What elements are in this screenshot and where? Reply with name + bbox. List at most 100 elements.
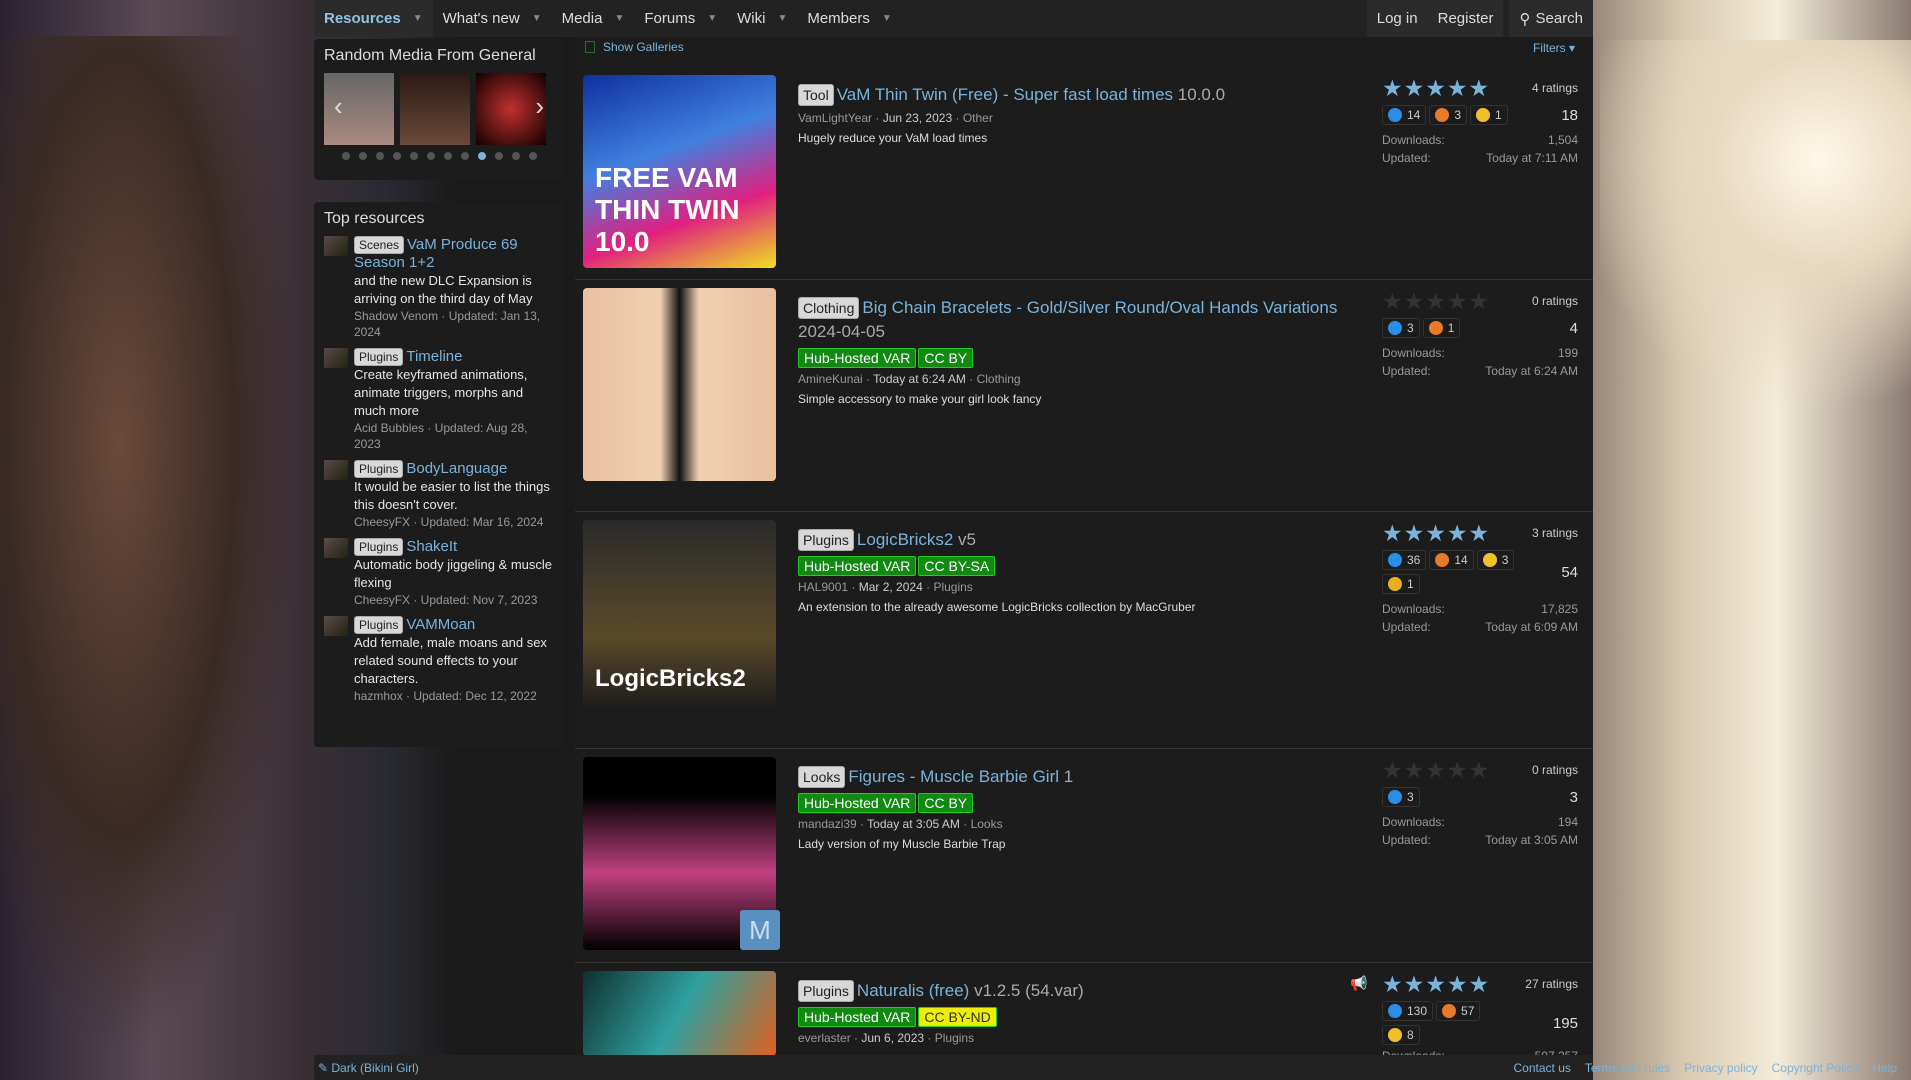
login-link[interactable]: Log in (1366, 0, 1428, 37)
carousel-dot[interactable] (494, 152, 503, 160)
reaction-love[interactable]: 14 (1429, 550, 1474, 570)
chevron-right-icon[interactable]: › (535, 91, 544, 122)
category-label[interactable]: Clothing (798, 297, 860, 319)
author-link[interactable]: AmineKunai (798, 372, 863, 386)
show-galleries-label: Show Galleries (603, 40, 684, 54)
carousel-dot[interactable] (375, 152, 384, 160)
reaction-love[interactable]: 3 (1429, 105, 1468, 125)
resource-title-link[interactable]: ShakeIt (406, 538, 457, 555)
reaction-count: 8 (1407, 1028, 1414, 1042)
resource-title-link[interactable]: Naturalis (free) (857, 981, 969, 1000)
reaction-lol[interactable]: 1 (1382, 574, 1420, 594)
resource-icon[interactable] (324, 460, 348, 480)
nav-tab-resources[interactable]: Resources ▼ (314, 0, 433, 37)
search-button[interactable]: ⚲ Search (1509, 0, 1593, 37)
resource-meta: HAL9001 · Mar 2, 2024 · Plugins (798, 580, 973, 594)
category-link[interactable]: Plugins (933, 580, 972, 594)
footer-link-help[interactable]: Help (1872, 1061, 1897, 1075)
chevron-down-icon[interactable]: ▼ (707, 13, 717, 24)
carousel-dot[interactable] (460, 152, 469, 160)
resource-icon[interactable] (324, 236, 348, 256)
carousel-dot[interactable] (409, 152, 418, 160)
chevron-down-icon[interactable]: ▼ (413, 13, 423, 24)
reaction-like[interactable]: 3 (1382, 787, 1420, 807)
reaction-love[interactable]: 1 (1422, 318, 1461, 338)
resource-title-link[interactable]: BodyLanguage (406, 460, 507, 477)
reaction-like[interactable]: 3 (1382, 318, 1420, 338)
resource-title-link[interactable]: Timeline (406, 348, 462, 365)
nav-tab-wiki[interactable]: Wiki ▼ (727, 0, 797, 37)
register-link[interactable]: Register (1427, 0, 1504, 37)
star-icon: ★ (1403, 288, 1426, 314)
resource-title-link[interactable]: LogicBricks2 (857, 530, 953, 549)
carousel-dot[interactable] (358, 152, 367, 160)
resource-meta: Acid Bubbles · Updated: Aug 28, 2023 (354, 421, 528, 451)
author-link[interactable]: everlaster (798, 1031, 851, 1045)
resource-icon[interactable] (324, 348, 348, 368)
resource-title-link[interactable]: VAMMoan (406, 616, 475, 633)
category-link[interactable]: Other (963, 111, 993, 125)
chevron-down-icon[interactable]: ▼ (882, 13, 892, 24)
footer-link-privacy-policy[interactable]: Privacy policy (1684, 1061, 1757, 1075)
star-icon: ★ (1382, 288, 1404, 314)
category-label[interactable]: Tool (798, 84, 834, 106)
chevron-down-icon[interactable]: ▼ (614, 13, 624, 24)
nav-tab-members[interactable]: Members ▼ (797, 0, 901, 37)
show-galleries-toggle[interactable]: Show Galleries (585, 40, 684, 54)
resource-thumbnail[interactable] (583, 971, 776, 1056)
carousel-dot[interactable] (477, 152, 486, 160)
resource-thumbnail[interactable] (583, 288, 776, 481)
reaction-total: 4 (1569, 319, 1578, 337)
category-label[interactable]: Looks (798, 766, 846, 788)
reaction-wow[interactable]: 3 (1476, 550, 1515, 570)
resource-title-link[interactable]: Figures - Muscle Barbie Girl (848, 767, 1059, 786)
author-link[interactable]: VamLightYear (798, 111, 872, 125)
reaction-like[interactable]: 130 (1382, 1001, 1434, 1021)
top-resource-text: Plugins ShakeIt Automatic body jiggeling &… (354, 538, 554, 608)
reaction-wow[interactable]: 1 (1470, 105, 1508, 125)
carousel-dot[interactable] (443, 152, 452, 160)
category-link[interactable]: Clothing (977, 372, 1021, 386)
resource-thumbnail[interactable]: LogicBricks2 (583, 520, 776, 713)
footer-link-terms-and-rules[interactable]: Terms and rules (1585, 1061, 1670, 1075)
resource-icon[interactable] (324, 538, 348, 558)
reaction-count: 14 (1454, 553, 1468, 567)
filters-button[interactable]: Filters ▾ (1533, 41, 1575, 55)
category-label[interactable]: Plugins (798, 529, 854, 551)
resource-thumbnail[interactable]: M (583, 757, 780, 950)
star-icon: ★ (1446, 75, 1469, 101)
author-avatar[interactable]: M (740, 910, 780, 950)
resource-title-link[interactable]: Big Chain Bracelets - Gold/Silver Round/… (862, 298, 1337, 317)
chevron-left-icon[interactable]: ‹ (334, 91, 343, 122)
chevron-down-icon[interactable]: ▼ (532, 13, 542, 24)
carousel-dot[interactable] (392, 152, 401, 160)
nav-tab-what-s-new[interactable]: What's new ▼ (433, 0, 552, 37)
reaction-like[interactable]: 36 (1382, 550, 1427, 570)
style-chooser-link[interactable]: ✎ Dark (Bikini Girl) (318, 1061, 419, 1075)
carousel-dot[interactable] (511, 152, 520, 160)
footer-link-copyright-policy[interactable]: Copyright Policy (1772, 1061, 1859, 1075)
author-link[interactable]: mandazi39 (798, 817, 857, 831)
reaction-love[interactable]: 57 (1436, 1001, 1481, 1021)
carousel-dot[interactable] (528, 152, 537, 160)
carousel-dot[interactable] (426, 152, 435, 160)
chevron-down-icon[interactable]: ▼ (777, 13, 787, 24)
footer-link-contact-us[interactable]: Contact us (1514, 1061, 1571, 1075)
reaction-wow[interactable]: 8 (1382, 1025, 1420, 1045)
resource-icon[interactable] (324, 616, 348, 636)
resource-title-link[interactable]: VaM Thin Twin (Free) - Super fast load t… (837, 85, 1173, 104)
category-link[interactable]: Looks (971, 817, 1003, 831)
author-link[interactable]: HAL9001 (798, 580, 848, 594)
nav-tab-media[interactable]: Media ▼ (552, 0, 635, 37)
reaction-count: 36 (1407, 553, 1421, 567)
category-link[interactable]: Plugins (935, 1031, 974, 1045)
resource-thumbnail[interactable]: FREE VAM THIN TWIN 10.0 (583, 75, 776, 268)
carousel-dot[interactable] (341, 152, 350, 160)
resource-meta: AmineKunai · Today at 6:24 AM · Clothing (798, 372, 1021, 386)
nav-tab-forums[interactable]: Forums ▼ (634, 0, 727, 37)
star-icon: ★ (1382, 520, 1404, 546)
nav-tab-label: What's new (442, 10, 520, 27)
reaction-like[interactable]: 14 (1382, 105, 1427, 125)
category-label[interactable]: Plugins (798, 980, 854, 1002)
media-thumb[interactable] (400, 73, 470, 145)
